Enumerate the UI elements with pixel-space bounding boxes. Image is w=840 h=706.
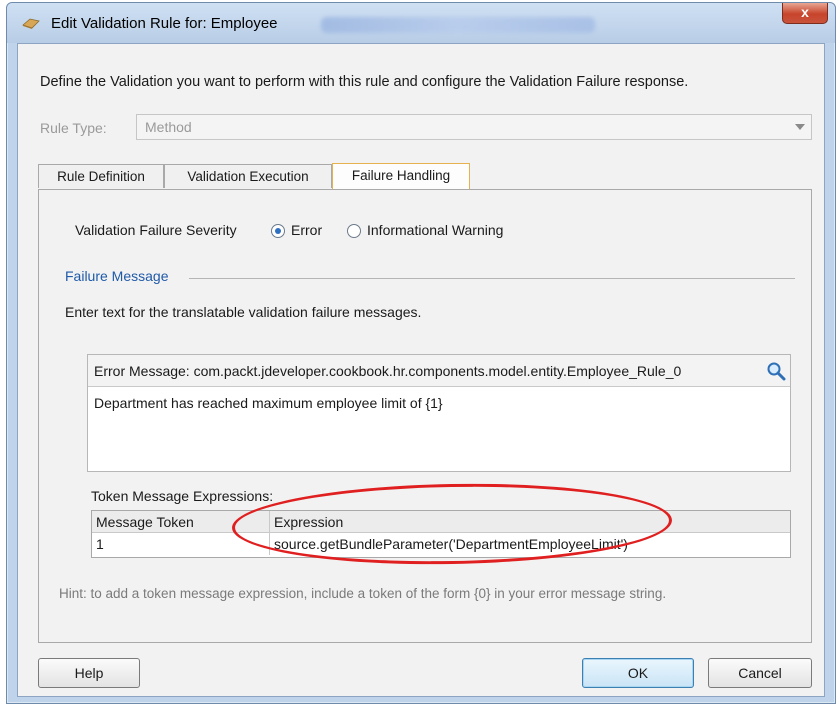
- error-message-key: Error Message: com.packt.jdeveloper.cook…: [94, 363, 682, 379]
- blurred-title-detail: [321, 17, 595, 33]
- severity-warning-radio[interactable]: [347, 224, 361, 238]
- close-icon: x: [801, 4, 809, 20]
- severity-error-radio[interactable]: [271, 224, 285, 238]
- ok-button[interactable]: OK: [582, 658, 694, 688]
- section-divider: [189, 278, 795, 279]
- error-message-text[interactable]: Department has reached maximum employee …: [88, 387, 790, 419]
- close-button[interactable]: x: [782, 3, 828, 24]
- intro-text: Define the Validation you want to perfor…: [40, 74, 689, 90]
- edit-validation-rule-dialog: Edit Validation Rule for: Employee x Def…: [6, 2, 836, 704]
- error-message-box: Error Message: com.packt.jdeveloper.cook…: [87, 354, 791, 472]
- cancel-button[interactable]: Cancel: [708, 658, 812, 688]
- tab-validation-execution[interactable]: Validation Execution: [164, 164, 332, 188]
- hint-text: Hint: to add a token message expression,…: [59, 586, 667, 601]
- error-message-header: Error Message: com.packt.jdeveloper.cook…: [88, 355, 790, 387]
- dialog-content: Define the Validation you want to perfor…: [17, 43, 825, 697]
- severity-warning-label[interactable]: Informational Warning: [367, 222, 503, 238]
- rule-type-label: Rule Type:: [40, 120, 107, 136]
- window-title: Edit Validation Rule for: Employee: [51, 15, 278, 32]
- severity-label: Validation Failure Severity: [75, 222, 237, 238]
- token-cell[interactable]: 1: [92, 533, 270, 555]
- failure-message-description: Enter text for the translatable validati…: [65, 304, 422, 320]
- token-expressions-label: Token Message Expressions:: [91, 488, 274, 504]
- tab-failure-handling[interactable]: Failure Handling: [332, 163, 470, 189]
- column-header-expression[interactable]: Expression: [270, 511, 790, 533]
- help-button[interactable]: Help: [38, 658, 140, 688]
- tab-rule-definition[interactable]: Rule Definition: [38, 164, 164, 188]
- failure-handling-panel: Validation Failure Severity Error Inform…: [38, 189, 812, 643]
- column-header-message-token[interactable]: Message Token: [92, 511, 270, 533]
- rule-type-select[interactable]: Method: [136, 114, 812, 140]
- severity-error-label[interactable]: Error: [291, 222, 322, 238]
- token-expressions-table: Message Token Expression 1 source.getBun…: [91, 510, 791, 558]
- app-icon: [22, 18, 40, 29]
- title-bar[interactable]: Edit Validation Rule for: Employee x: [7, 3, 835, 43]
- search-icon[interactable]: [766, 361, 786, 381]
- chevron-down-icon: [795, 124, 805, 130]
- rule-type-value: Method: [145, 119, 192, 135]
- failure-message-section-label: Failure Message: [65, 268, 169, 284]
- expression-cell[interactable]: source.getBundleParameter('DepartmentEmp…: [270, 533, 790, 555]
